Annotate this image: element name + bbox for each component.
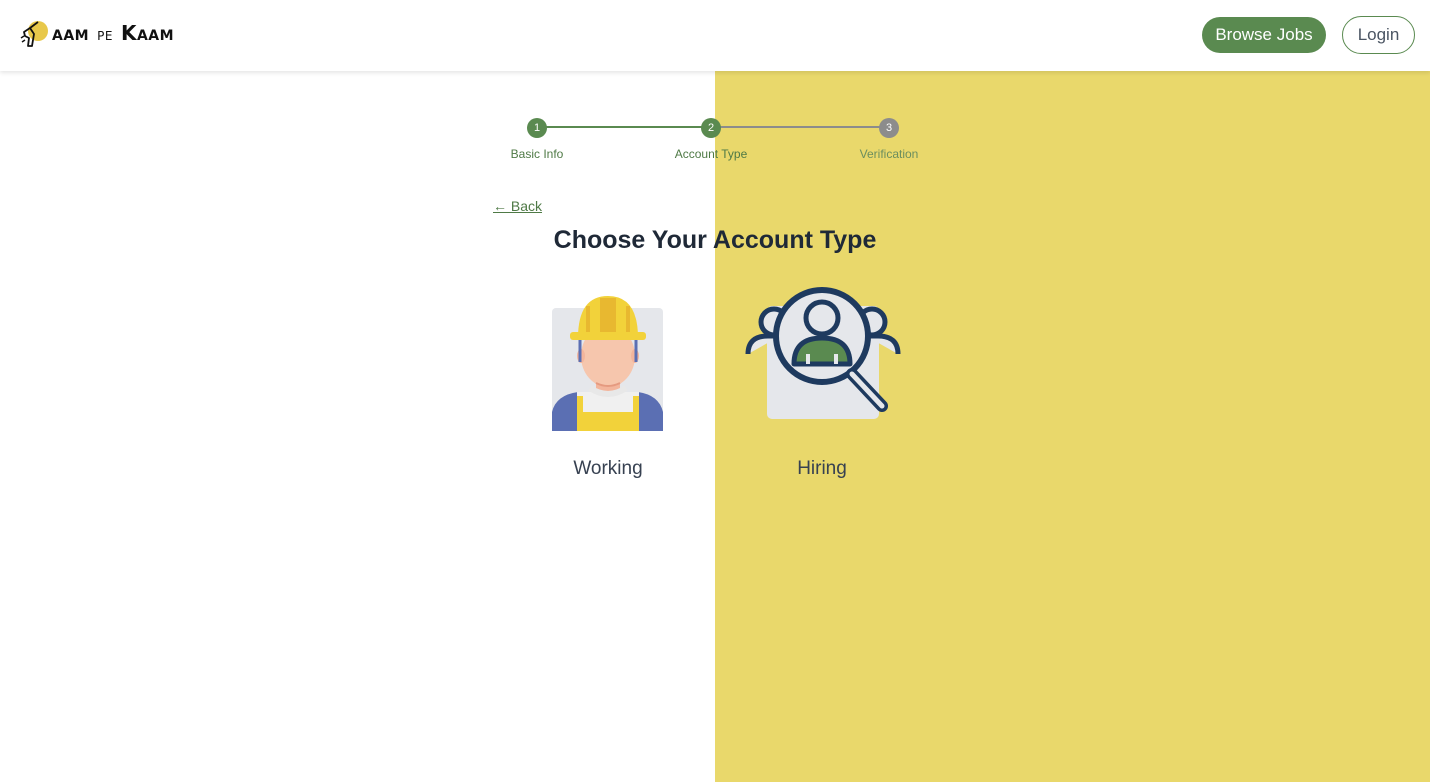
step-1-label: Basic Info	[510, 147, 564, 161]
app-logo[interactable]: AAM PE KAAM	[20, 18, 174, 48]
construction-worker-icon	[552, 296, 663, 431]
page-title: Choose Your Account Type	[553, 226, 877, 254]
back-link[interactable]: ← Back	[493, 198, 542, 214]
step-1-circle: 1	[527, 118, 547, 138]
step-connector-2-3	[720, 126, 880, 128]
working-option-label[interactable]: Working	[528, 458, 688, 480]
hiring-option-card[interactable]	[744, 286, 904, 442]
logo-wordmark: AAM PE KAAM	[52, 21, 175, 45]
login-button[interactable]: Login	[1342, 16, 1415, 54]
step-connector-1-2	[546, 126, 702, 128]
people-search-icon	[745, 287, 901, 419]
logo-icon	[20, 21, 48, 47]
browse-jobs-button[interactable]: Browse Jobs	[1202, 17, 1326, 53]
step-3-circle: 3	[879, 118, 899, 138]
hiring-option-label[interactable]: Hiring	[742, 458, 902, 480]
step-3-label: Verification	[859, 147, 919, 161]
top-navbar: AAM PE KAAM Browse Jobs Login	[0, 0, 1430, 71]
step-2-circle: 2	[701, 118, 721, 138]
step-2-label: Account Type	[674, 147, 748, 161]
working-option-card[interactable]	[548, 292, 668, 434]
